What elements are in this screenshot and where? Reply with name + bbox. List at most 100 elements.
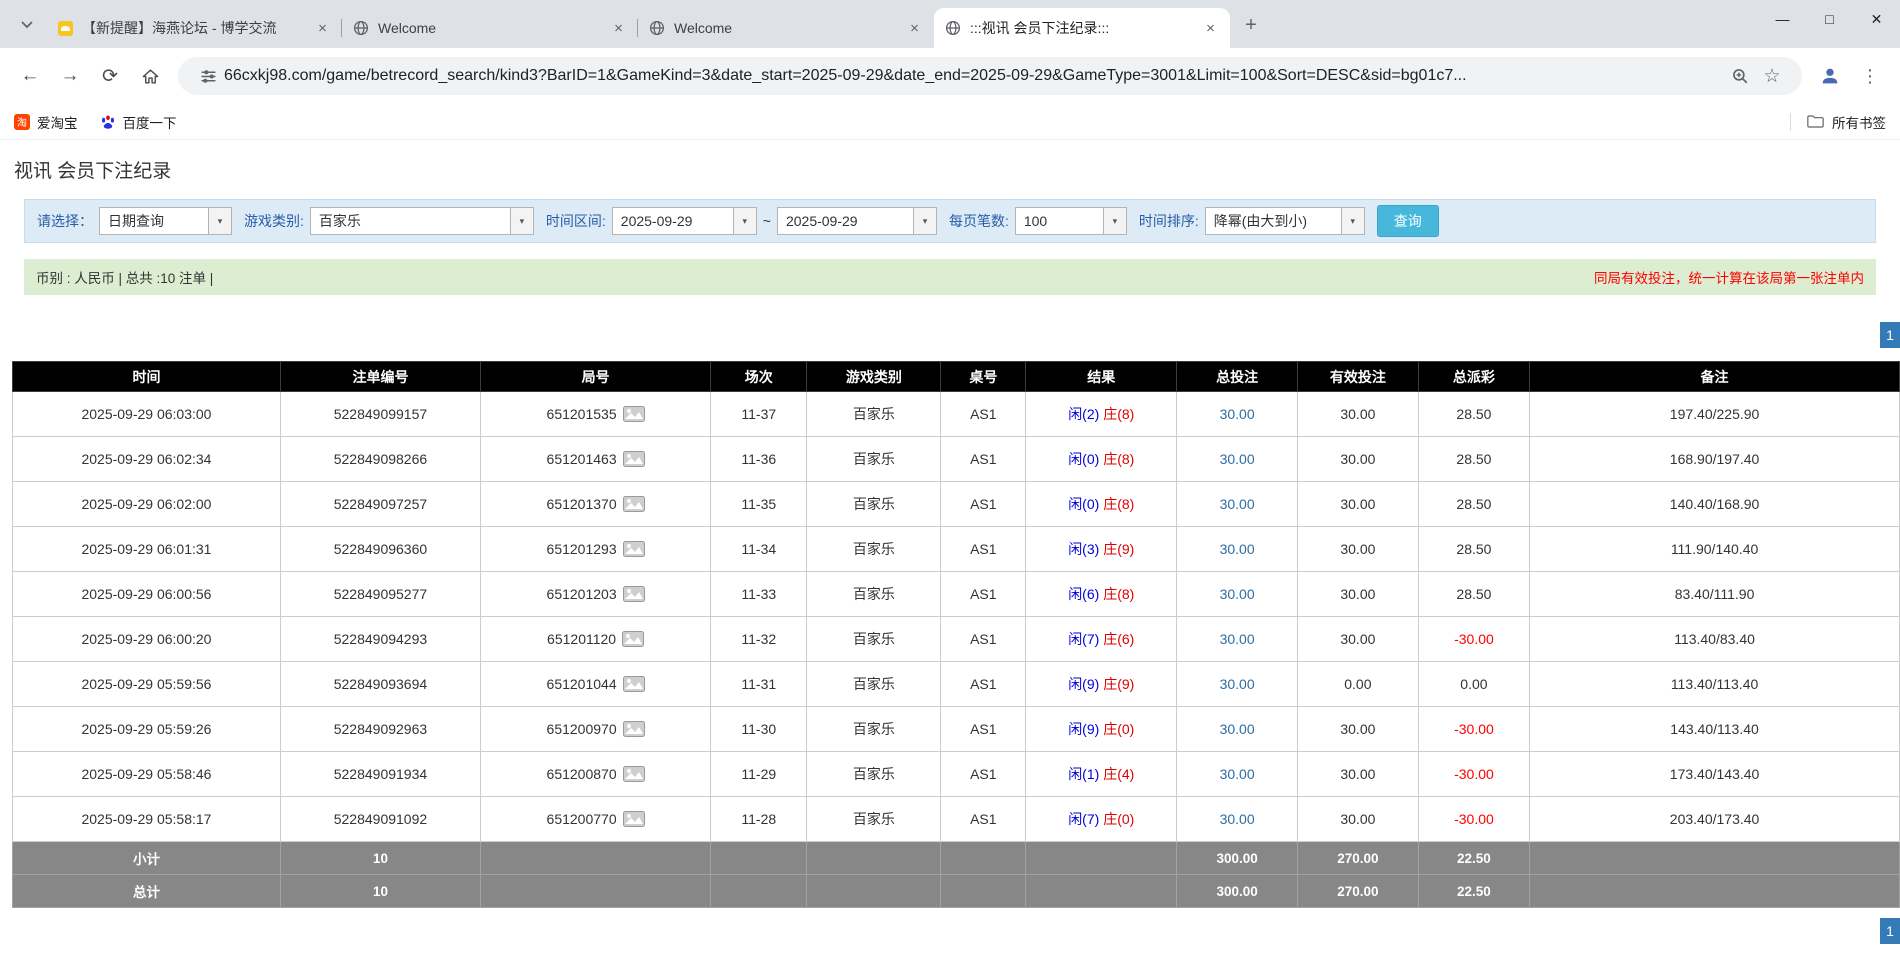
- cell-session: 11-35: [711, 482, 807, 527]
- total-bet-link[interactable]: 30.00: [1220, 586, 1255, 602]
- game-type-label: 游戏类别:: [244, 211, 304, 231]
- zoom-icon[interactable]: [1729, 65, 1751, 87]
- round-preview-icon[interactable]: [623, 541, 645, 557]
- browser-tab-3[interactable]: Welcome ×: [638, 8, 934, 48]
- total-bet-link[interactable]: 30.00: [1220, 541, 1255, 557]
- total-bet-link[interactable]: 30.00: [1220, 766, 1255, 782]
- cell-game-type: 百家乐: [807, 752, 941, 797]
- page-size-select[interactable]: 100 ▾: [1015, 207, 1127, 235]
- round-preview-icon[interactable]: [623, 676, 645, 692]
- maximize-button[interactable]: □: [1806, 0, 1853, 38]
- forward-button[interactable]: →: [52, 58, 88, 94]
- total-bet-link[interactable]: 30.00: [1220, 631, 1255, 647]
- bookmarks-bar: 淘 爱淘宝 百度一下 所有书签: [0, 104, 1900, 140]
- tab-close-icon[interactable]: ×: [609, 19, 628, 38]
- cell-valid-bet: 30.00: [1298, 752, 1419, 797]
- cell-result: 闲(0) 庄(8): [1026, 482, 1177, 527]
- address-bar[interactable]: 66cxkj98.com/game/betrecord_search/kind3…: [178, 57, 1802, 95]
- new-tab-button[interactable]: +: [1236, 10, 1266, 40]
- round-preview-icon[interactable]: [623, 586, 645, 602]
- bookmark-item-aitaobao[interactable]: 淘 爱淘宝: [14, 112, 78, 132]
- result-banker: 庄(0): [1103, 811, 1134, 827]
- tab-title: :::视讯 会员下注纪录:::: [970, 18, 1193, 38]
- chevron-down-icon[interactable]: ▾: [1103, 208, 1126, 234]
- game-type-select[interactable]: 百家乐 ▾: [310, 207, 534, 235]
- result-banker: 庄(8): [1103, 496, 1134, 512]
- total-bet-link[interactable]: 30.00: [1220, 451, 1255, 467]
- round-preview-icon[interactable]: [623, 721, 645, 737]
- cell-table-id: AS1: [941, 437, 1026, 482]
- round-preview-icon[interactable]: [623, 766, 645, 782]
- total-bet-link[interactable]: 30.00: [1220, 676, 1255, 692]
- page-size-label: 每页笔数:: [949, 211, 1009, 231]
- result-player: 闲(3): [1068, 541, 1099, 557]
- profile-icon[interactable]: [1812, 58, 1848, 94]
- cell-round-id: 651200870: [480, 752, 710, 797]
- chevron-down-icon[interactable]: ▾: [733, 208, 756, 234]
- site-info-icon[interactable]: [197, 65, 219, 87]
- total-bet-link[interactable]: 30.00: [1220, 406, 1255, 422]
- home-button[interactable]: [132, 58, 168, 94]
- chevron-down-icon[interactable]: ▾: [913, 208, 936, 234]
- tab-close-icon[interactable]: ×: [313, 19, 332, 38]
- subtotal-total-bet: 300.00: [1177, 842, 1298, 875]
- cell-total-bet: 30.00: [1177, 752, 1298, 797]
- total-bet-link[interactable]: 30.00: [1220, 811, 1255, 827]
- browser-tab-2[interactable]: Welcome ×: [342, 8, 638, 48]
- tab-close-icon[interactable]: ×: [905, 19, 924, 38]
- cell-result: 闲(3) 庄(9): [1026, 527, 1177, 572]
- cell-valid-bet: 30.00: [1298, 707, 1419, 752]
- search-button[interactable]: 查询: [1377, 205, 1439, 237]
- pagination-top: 1: [0, 322, 1900, 348]
- round-preview-icon[interactable]: [622, 631, 644, 647]
- summary-currency-count: 币别 : 人民币 | 总共 :10 注单 |: [36, 267, 213, 287]
- chevron-down-icon[interactable]: ▾: [510, 208, 533, 234]
- browser-tab-1[interactable]: 【新提醒】海燕论坛 - 博学交流 ×: [46, 8, 342, 48]
- col-header-note: 备注: [1530, 362, 1900, 392]
- globe-icon: [353, 20, 369, 36]
- reload-button[interactable]: ⟳: [92, 58, 128, 94]
- table-row: 2025-09-29 05:59:56 522849093694 6512010…: [13, 662, 1900, 707]
- cell-payout: -30.00: [1418, 752, 1529, 797]
- url-text[interactable]: 66cxkj98.com/game/betrecord_search/kind3…: [224, 67, 1724, 85]
- result-banker: 庄(6): [1103, 631, 1134, 647]
- cell-table-id: AS1: [941, 617, 1026, 662]
- browser-tab-4[interactable]: :::视讯 会员下注纪录::: ×: [934, 8, 1230, 48]
- round-preview-icon[interactable]: [623, 406, 645, 422]
- menu-kebab-icon[interactable]: ⋮: [1852, 58, 1888, 94]
- round-preview-icon[interactable]: [623, 496, 645, 512]
- chevron-down-icon[interactable]: ▾: [1341, 208, 1364, 234]
- tab-close-icon[interactable]: ×: [1201, 19, 1220, 38]
- date-start-select[interactable]: 2025-09-29 ▾: [612, 207, 757, 235]
- chevron-down-icon[interactable]: ▾: [208, 208, 231, 234]
- total-count: 10: [280, 875, 480, 908]
- total-bet-link[interactable]: 30.00: [1220, 721, 1255, 737]
- total-bet-link[interactable]: 30.00: [1220, 496, 1255, 512]
- close-button[interactable]: ✕: [1853, 0, 1900, 38]
- cell-bet-id: 522849093694: [280, 662, 480, 707]
- cell-result: 闲(7) 庄(0): [1026, 797, 1177, 842]
- round-preview-icon[interactable]: [623, 811, 645, 827]
- all-bookmarks-label: 所有书签: [1832, 112, 1886, 132]
- cell-note: 173.40/143.40: [1530, 752, 1900, 797]
- cell-valid-bet: 30.00: [1298, 527, 1419, 572]
- sort-select[interactable]: 降幂(由大到小) ▾: [1205, 207, 1365, 235]
- back-button[interactable]: ←: [12, 58, 48, 94]
- pagination-page-button[interactable]: 1: [1880, 918, 1900, 944]
- tab-search-button[interactable]: [12, 10, 42, 40]
- total-payout: 22.50: [1418, 875, 1529, 908]
- pagination-page-button[interactable]: 1: [1880, 322, 1900, 348]
- date-end-select[interactable]: 2025-09-29 ▾: [777, 207, 937, 235]
- bookmark-star-icon[interactable]: ☆: [1761, 65, 1783, 87]
- bet-table-footer: 小计 10 300.00 270.00 22.50 总计 10 300.00 2…: [13, 842, 1900, 908]
- table-row: 2025-09-29 05:59:26 522849092963 6512009…: [13, 707, 1900, 752]
- bookmark-item-baidu[interactable]: 百度一下: [100, 112, 177, 132]
- cell-game-type: 百家乐: [807, 527, 941, 572]
- minimize-button[interactable]: —: [1759, 0, 1806, 38]
- cell-result: 闲(2) 庄(8): [1026, 392, 1177, 437]
- round-preview-icon[interactable]: [623, 451, 645, 467]
- query-type-select[interactable]: 日期查询 ▾: [99, 207, 232, 235]
- cell-game-type: 百家乐: [807, 482, 941, 527]
- all-bookmarks[interactable]: 所有书签: [1790, 112, 1886, 132]
- cell-total-bet: 30.00: [1177, 662, 1298, 707]
